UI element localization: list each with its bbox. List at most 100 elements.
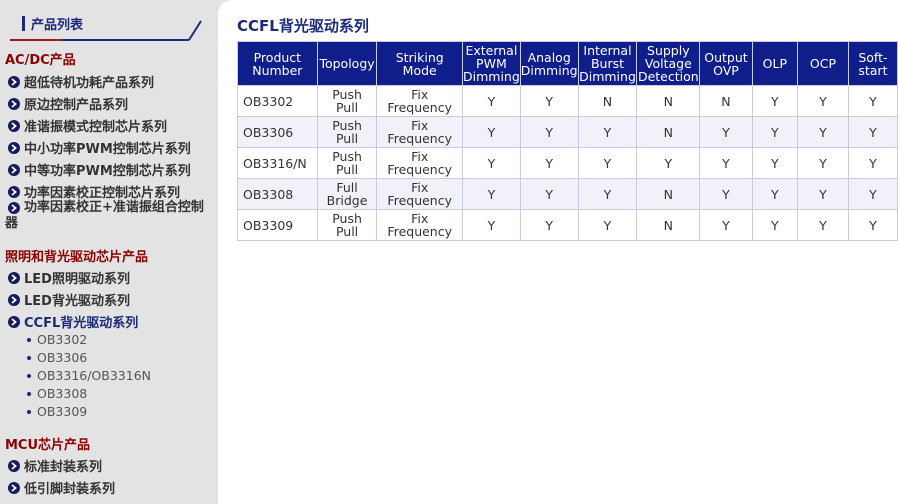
arrow-right-icon: [8, 481, 20, 494]
cell-analog-dimming: Y: [519, 209, 579, 241]
arrow-right-icon: [8, 185, 20, 198]
col-header-product-number: Product Number: [237, 41, 318, 86]
cell-olp: Y: [751, 85, 799, 117]
spec-table: Product Number Topology Striking Mode Ex…: [237, 41, 898, 241]
cell-supply-voltage-detection: Y: [636, 147, 701, 179]
cell-striking-mode: Fix Frequency: [376, 116, 463, 148]
main-content: CCFL背光驱动系列 Product Number Topology Strik…: [218, 0, 898, 504]
sidebar-item-label: 准谐振模式控制芯片系列: [24, 120, 168, 135]
table-row: OB3316/N Push Pull Fix Frequency Y Y Y Y Y Y Y Y: [237, 147, 898, 179]
sidebar-item-small-mid-pwm[interactable]: 中小功率PWM控制芯片系列: [8, 138, 191, 157]
cell-striking-mode: Fix Frequency: [376, 178, 463, 210]
cell-olp: Y: [751, 209, 799, 241]
sidebar-item-label: CCFL背光驱动系列: [24, 316, 139, 331]
table-row: OB3306 Push Pull Fix Frequency Y Y Y N Y Y Y Y: [237, 116, 898, 148]
sidebar-item-label: 中等功率PWM控制芯片系列: [24, 164, 191, 179]
sidebar-item-pfc[interactable]: 功率因素校正控制芯片系列: [8, 182, 180, 201]
sidebar-item-mid-pwm[interactable]: 中等功率PWM控制芯片系列: [8, 160, 191, 179]
cell-supply-voltage-detection: N: [636, 116, 701, 148]
cell-supply-voltage-detection: N: [636, 85, 701, 117]
col-header-topology: Topology: [316, 41, 378, 86]
table-row: OB3309 Push Pull Fix Frequency Y Y Y N Y Y Y Y: [237, 209, 898, 241]
sidebar-item-led-backlight[interactable]: LED背光驱动系列: [8, 290, 130, 309]
sidebar-title-text: 产品列表: [31, 17, 84, 33]
sidebar-item-low-pin-package[interactable]: 低引脚封装系列: [8, 478, 115, 497]
bullet-icon: [27, 373, 31, 378]
table-header-row: Product Number Topology Striking Mode Ex…: [237, 41, 898, 86]
cell-product-number: OB3309: [237, 209, 318, 241]
col-header-internal-burst-dimming: Internal Burst Dimming: [577, 41, 638, 86]
sidebar: 产品列表 AC/DC产品 超低待机功耗产品系列 原边控制产品系列 准谐振模式控制…: [0, 0, 218, 504]
subitem-ob3316[interactable]: OB3316/OB3316N: [27, 368, 151, 383]
arrow-right-icon: [8, 202, 20, 214]
cell-external-pwm-dimming: Y: [462, 147, 521, 179]
sidebar-item-primary-side[interactable]: 原边控制产品系列: [8, 94, 128, 113]
sidebar-item-label: 中小功率PWM控制芯片系列: [24, 142, 191, 157]
page-title: CCFL背光驱动系列: [237, 17, 369, 35]
subitem-ob3308[interactable]: OB3308: [27, 386, 87, 401]
subitem-ob3309[interactable]: OB3309: [27, 404, 87, 419]
cell-output-ovp: Y: [699, 178, 753, 210]
sidebar-item-standard-package[interactable]: 标准封装系列: [8, 456, 102, 475]
cell-ocp: Y: [797, 147, 849, 179]
sidebar-item-label: LED照明驱动系列: [24, 272, 130, 287]
cell-output-ovp: Y: [699, 209, 753, 241]
arrow-right-icon: [8, 119, 20, 132]
table-row: OB3302 Push Pull Fix Frequency Y Y N N N Y Y Y: [237, 85, 898, 117]
sidebar-item-ccfl-backlight[interactable]: CCFL背光驱动系列: [8, 312, 138, 331]
col-header-analog-dimming: Analog Dimming: [519, 41, 579, 86]
cell-product-number: OB3316/N: [237, 147, 318, 179]
subitem-ob3302[interactable]: OB3302: [27, 332, 87, 347]
bullet-icon: [27, 391, 31, 396]
cell-topology: Full Bridge: [316, 178, 378, 210]
cell-topology: Push Pull: [316, 209, 378, 241]
cell-supply-voltage-detection: N: [636, 209, 701, 241]
subitem-label: OB3309: [37, 404, 88, 419]
cell-topology: Push Pull: [316, 116, 378, 148]
title-bar-icon: [22, 15, 25, 31]
sidebar-item-quasi-resonant[interactable]: 准谐振模式控制芯片系列: [8, 116, 167, 135]
sidebar-item-label: 功率因素校正控制芯片系列: [24, 186, 181, 201]
cell-analog-dimming: Y: [519, 116, 579, 148]
cell-internal-burst-dimming: Y: [577, 147, 638, 179]
sidebar-item-label: 超低待机功耗产品系列: [24, 76, 155, 91]
cell-soft-start: Y: [847, 116, 898, 148]
cell-output-ovp: Y: [699, 147, 753, 179]
subitem-label: OB3306: [37, 350, 88, 365]
cell-internal-burst-dimming: Y: [577, 116, 638, 148]
sidebar-item-pfc-qr-combo[interactable]: 功率因素校正+准谐振组合控制器: [5, 200, 210, 232]
subitem-label: OB3302: [37, 332, 88, 347]
cell-internal-burst-dimming: N: [577, 85, 638, 117]
sidebar-item-ultra-low-standby[interactable]: 超低待机功耗产品系列: [8, 72, 154, 91]
cell-soft-start: Y: [847, 209, 898, 241]
category-acdc[interactable]: AC/DC产品: [5, 49, 76, 68]
cell-analog-dimming: Y: [519, 147, 579, 179]
cell-olp: Y: [751, 116, 799, 148]
subitem-ob3306[interactable]: OB3306: [27, 350, 87, 365]
cell-soft-start: Y: [847, 85, 898, 117]
sidebar-item-led-lighting[interactable]: LED照明驱动系列: [8, 268, 130, 287]
cell-analog-dimming: Y: [519, 85, 579, 117]
arrow-right-icon: [8, 459, 20, 472]
subitem-label: OB3316/OB3316N: [37, 368, 152, 383]
sidebar-item-label: 功率因素校正+准谐振组合控制器: [5, 200, 204, 231]
category-lighting-backlight[interactable]: 照明和背光驱动芯片产品: [5, 246, 148, 265]
arrow-right-icon: [8, 141, 20, 154]
cell-topology: Push Pull: [316, 147, 378, 179]
category-mcu[interactable]: MCU芯片产品: [5, 434, 90, 453]
cell-internal-burst-dimming: Y: [577, 178, 638, 210]
arrow-right-icon: [8, 163, 20, 176]
col-header-output-ovp: Output OVP: [699, 41, 753, 86]
cell-ocp: Y: [797, 178, 849, 210]
cell-product-number: OB3308: [237, 178, 318, 210]
cell-olp: Y: [751, 147, 799, 179]
cell-external-pwm-dimming: Y: [462, 116, 521, 148]
cell-striking-mode: Fix Frequency: [376, 85, 463, 117]
col-header-supply-voltage-detection: Supply Voltage Detection: [636, 41, 701, 86]
cell-output-ovp: N: [699, 85, 753, 117]
cell-striking-mode: Fix Frequency: [376, 147, 463, 179]
cell-output-ovp: Y: [699, 116, 753, 148]
cell-soft-start: Y: [847, 147, 898, 179]
arrow-right-icon: [8, 97, 20, 110]
cell-topology: Push Pull: [316, 85, 378, 117]
